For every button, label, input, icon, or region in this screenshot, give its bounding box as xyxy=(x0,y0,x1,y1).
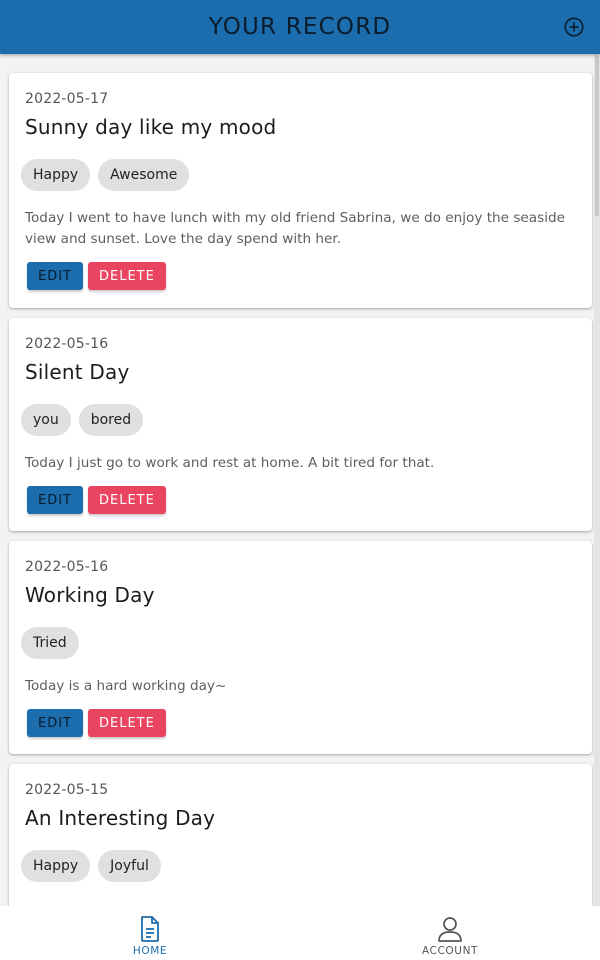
record-date: 2022-05-16 xyxy=(25,559,109,575)
tag-list: you bored xyxy=(21,404,576,436)
user-icon xyxy=(438,917,462,942)
tag-chip[interactable]: Tried xyxy=(21,627,79,659)
bottom-navigation: HOME ACCOUNT xyxy=(0,906,600,960)
record-card: 2022-05-16 Working Day Tried Today is a … xyxy=(9,541,592,754)
nav-item-account[interactable]: ACCOUNT xyxy=(300,906,600,960)
record-list[interactable]: 2022-05-17 Sunny day like my mood Happy … xyxy=(0,54,600,906)
record-text: Today I just go to work and rest at home… xyxy=(25,455,435,471)
record-date: 2022-05-15 xyxy=(25,782,109,798)
edit-button[interactable]: EDIT xyxy=(27,262,83,290)
record-title: An Interesting Day xyxy=(25,806,216,830)
record-date: 2022-05-16 xyxy=(25,336,109,352)
record-title: Silent Day xyxy=(25,360,130,384)
tag-chip[interactable]: Happy xyxy=(21,159,91,191)
edit-button[interactable]: EDIT xyxy=(27,486,83,514)
nav-label: ACCOUNT xyxy=(421,945,479,957)
tag-chip[interactable]: Awesome xyxy=(98,159,190,191)
tag-chip[interactable]: Joyful xyxy=(98,850,161,882)
delete-button[interactable]: DELETE xyxy=(88,262,166,290)
tag-chip[interactable]: you xyxy=(21,404,71,436)
record-actions: EDIT DELETE xyxy=(27,262,576,290)
tag-list: Tried xyxy=(21,627,576,659)
app-header: YOUR RECORD xyxy=(0,0,600,54)
record-text: Today is a hard working day~ xyxy=(25,678,227,694)
record-text: Today I went to have lunch with my old f… xyxy=(25,210,565,247)
document-icon xyxy=(141,916,159,942)
tag-list: Happy Awesome xyxy=(21,159,576,191)
record-card: 2022-05-16 Silent Day you bored Today I … xyxy=(9,318,592,531)
nav-label: HOME xyxy=(132,945,168,957)
tag-list: Happy Joyful xyxy=(21,850,576,882)
record-actions: EDIT DELETE xyxy=(27,486,576,514)
edit-button[interactable]: EDIT xyxy=(27,709,83,737)
delete-button[interactable]: DELETE xyxy=(88,486,166,514)
tag-chip[interactable]: Happy xyxy=(21,850,91,882)
record-title: Working Day xyxy=(25,583,155,607)
record-date: 2022-05-17 xyxy=(25,91,109,107)
record-title: Sunny day like my mood xyxy=(25,115,277,139)
delete-button[interactable]: DELETE xyxy=(88,709,166,737)
record-card: 2022-05-17 Sunny day like my mood Happy … xyxy=(9,73,592,308)
record-actions: EDIT DELETE xyxy=(27,709,576,737)
page-title: YOUR RECORD xyxy=(208,14,392,40)
nav-item-home[interactable]: HOME xyxy=(0,906,300,960)
tag-chip[interactable]: bored xyxy=(78,404,144,436)
record-card: 2022-05-15 An Interesting Day Happy Joyf… xyxy=(9,764,592,906)
plus-circle-icon[interactable] xyxy=(563,16,585,38)
scrollbar-thumb[interactable] xyxy=(595,56,599,216)
